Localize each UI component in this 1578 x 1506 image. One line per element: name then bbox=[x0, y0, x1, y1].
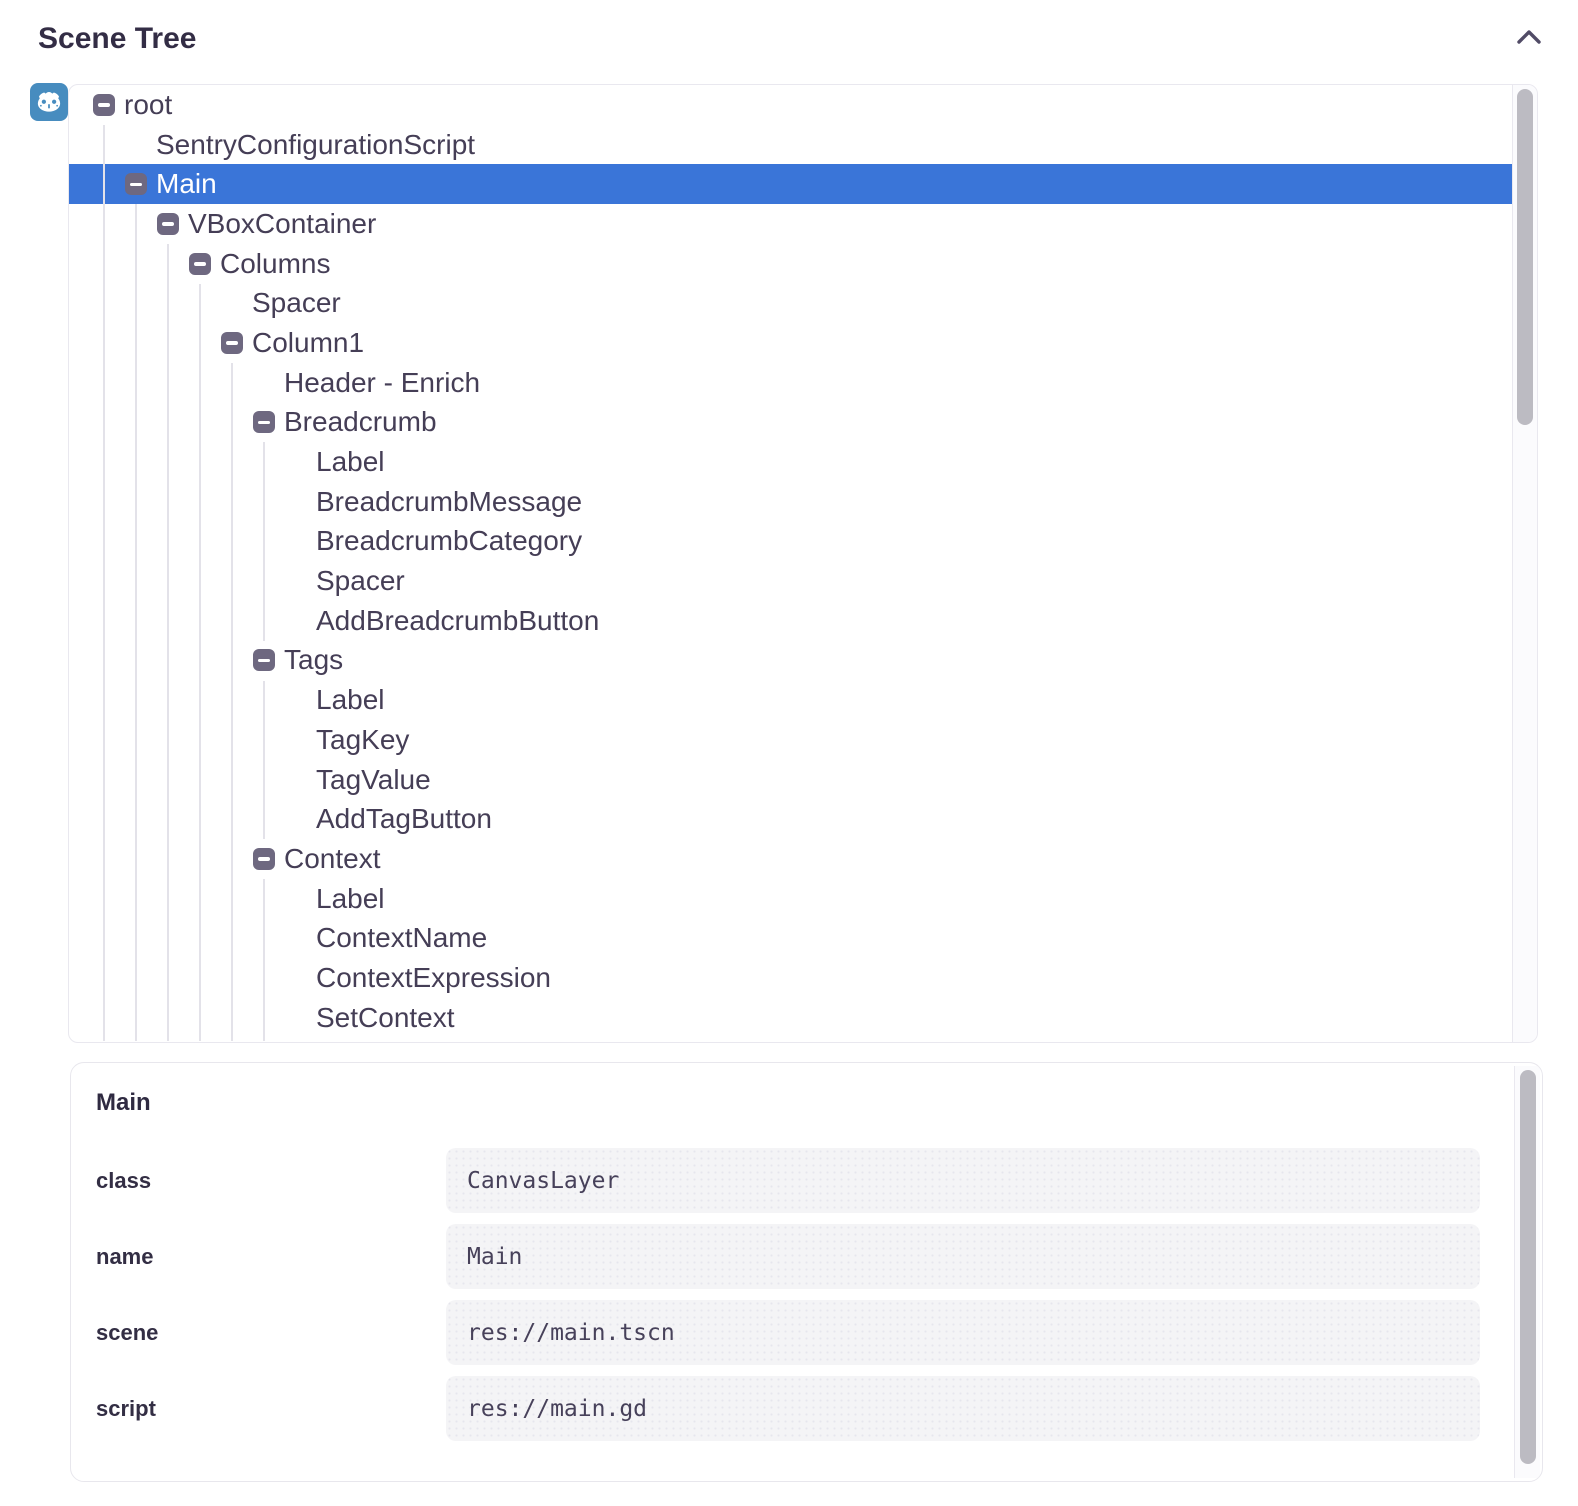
property-row-scene: scene res://main.tscn bbox=[96, 1300, 1480, 1365]
tree-node-context[interactable]: Context bbox=[69, 839, 1512, 879]
property-value: Main bbox=[446, 1224, 1480, 1289]
tree-node-breadcrumbcategory[interactable]: BreadcrumbCategory bbox=[69, 522, 1512, 562]
tree-node-label: ContextName bbox=[316, 922, 487, 954]
property-value: CanvasLayer bbox=[446, 1148, 1480, 1213]
tree-node-label: ContextExpression bbox=[316, 962, 551, 994]
tree-node-label[interactable]: Label bbox=[69, 680, 1512, 720]
property-key: name bbox=[96, 1224, 446, 1289]
tree-scrollbar[interactable] bbox=[1512, 85, 1537, 1042]
chevron-up-icon[interactable] bbox=[1516, 26, 1542, 48]
property-value: res://main.tscn bbox=[446, 1300, 1480, 1365]
tree-node-tagkey[interactable]: TagKey bbox=[69, 720, 1512, 760]
tree-node-label: SetContext bbox=[316, 1002, 455, 1034]
minus-icon[interactable] bbox=[253, 649, 275, 671]
tree-node-main[interactable]: Main bbox=[69, 164, 1512, 204]
tree-node-label[interactable]: Label bbox=[69, 442, 1512, 482]
tree-node-label: Label bbox=[316, 684, 385, 716]
tree-node-addbreadcrumbbutton[interactable]: AddBreadcrumbButton bbox=[69, 601, 1512, 641]
tree-node-breadcrumbmessage[interactable]: BreadcrumbMessage bbox=[69, 482, 1512, 522]
tree-node-label: BreadcrumbMessage bbox=[316, 486, 582, 518]
scene-tree-panel: root SentryConfigurationScript Main VBoxCon… bbox=[68, 84, 1538, 1043]
godot-icon bbox=[30, 83, 68, 121]
tree-node-column1[interactable]: Column1 bbox=[69, 323, 1512, 363]
tree-node-label: Spacer bbox=[252, 287, 341, 319]
tree-node-label: Label bbox=[316, 446, 385, 478]
tree-node-label: TagValue bbox=[316, 764, 431, 796]
tree-node-label: BreadcrumbCategory bbox=[316, 525, 582, 557]
tree-node-label: Breadcrumb bbox=[284, 406, 437, 438]
property-rows: class CanvasLayer name Main scene res://… bbox=[96, 1148, 1480, 1441]
minus-icon[interactable] bbox=[125, 173, 147, 195]
details-scrollbar-thumb[interactable] bbox=[1520, 1070, 1536, 1464]
tree-node-label: TagKey bbox=[316, 724, 409, 756]
tree-node-label: Context bbox=[284, 843, 381, 875]
tree-node-sentryconfigurationscript[interactable]: SentryConfigurationScript bbox=[69, 125, 1512, 165]
property-value: res://main.gd bbox=[446, 1376, 1480, 1441]
godot-robot-glyph bbox=[34, 87, 64, 117]
tree-node-spacer[interactable]: Spacer bbox=[69, 561, 1512, 601]
tree-node-contextname[interactable]: ContextName bbox=[69, 918, 1512, 958]
tree-node-label: Spacer bbox=[316, 565, 405, 597]
minus-icon[interactable] bbox=[221, 332, 243, 354]
minus-icon[interactable] bbox=[93, 94, 115, 116]
minus-icon[interactable] bbox=[157, 213, 179, 235]
chevron-up-glyph bbox=[1517, 29, 1541, 45]
tree-node-label: Tags bbox=[284, 644, 343, 676]
page-title: Scene Tree bbox=[38, 22, 196, 56]
node-details-card: Main class CanvasLayer name Main scene r… bbox=[70, 1062, 1543, 1482]
tree-node-contextexpression[interactable]: ContextExpression bbox=[69, 958, 1512, 998]
tree-node-addtagbutton[interactable]: AddTagButton bbox=[69, 799, 1512, 839]
tree-node-label: Main bbox=[156, 168, 217, 200]
tree-node-label: SentryConfigurationScript bbox=[156, 129, 475, 161]
property-row-class: class CanvasLayer bbox=[96, 1148, 1480, 1213]
tree-node-breadcrumb[interactable]: Breadcrumb bbox=[69, 403, 1512, 443]
tree-node-label: AddBreadcrumbButton bbox=[316, 605, 599, 637]
tree-node-spacer[interactable]: Spacer bbox=[69, 283, 1512, 323]
property-row-script: script res://main.gd bbox=[96, 1376, 1480, 1441]
tree-node-tags[interactable]: Tags bbox=[69, 641, 1512, 681]
tree-node-vboxcontainer[interactable]: VBoxContainer bbox=[69, 204, 1512, 244]
tree-node-setcontext[interactable]: SetContext bbox=[69, 998, 1512, 1038]
minus-icon[interactable] bbox=[253, 848, 275, 870]
tree-node-columns[interactable]: Columns bbox=[69, 244, 1512, 284]
property-key: scene bbox=[96, 1300, 446, 1365]
tree-node-label[interactable]: Label bbox=[69, 879, 1512, 919]
details-title: Main bbox=[96, 1089, 1542, 1119]
details-scrollbar[interactable] bbox=[1514, 1066, 1540, 1478]
tree-scrollbar-thumb[interactable] bbox=[1517, 89, 1533, 425]
tree-node-label: Label bbox=[316, 883, 385, 915]
tree-node-tagvalue[interactable]: TagValue bbox=[69, 760, 1512, 800]
tree-node-label: VBoxContainer bbox=[188, 208, 376, 240]
property-row-name: name Main bbox=[96, 1224, 1480, 1289]
property-key: script bbox=[96, 1376, 446, 1441]
minus-icon[interactable] bbox=[189, 253, 211, 275]
tree-node-root[interactable]: root bbox=[69, 85, 1512, 125]
property-key: class bbox=[96, 1148, 446, 1213]
tree-node-label: Column1 bbox=[252, 327, 364, 359]
tree-node-label: Header - Enrich bbox=[284, 367, 480, 399]
tree-node-label: AddTagButton bbox=[316, 803, 492, 835]
tree-node-label: root bbox=[124, 89, 172, 121]
minus-icon[interactable] bbox=[253, 411, 275, 433]
tree-rows: root SentryConfigurationScript Main VBoxCon… bbox=[69, 85, 1512, 1042]
tree-node-label: Columns bbox=[220, 248, 330, 280]
tree-node-header-enrich[interactable]: Header - Enrich bbox=[69, 363, 1512, 403]
